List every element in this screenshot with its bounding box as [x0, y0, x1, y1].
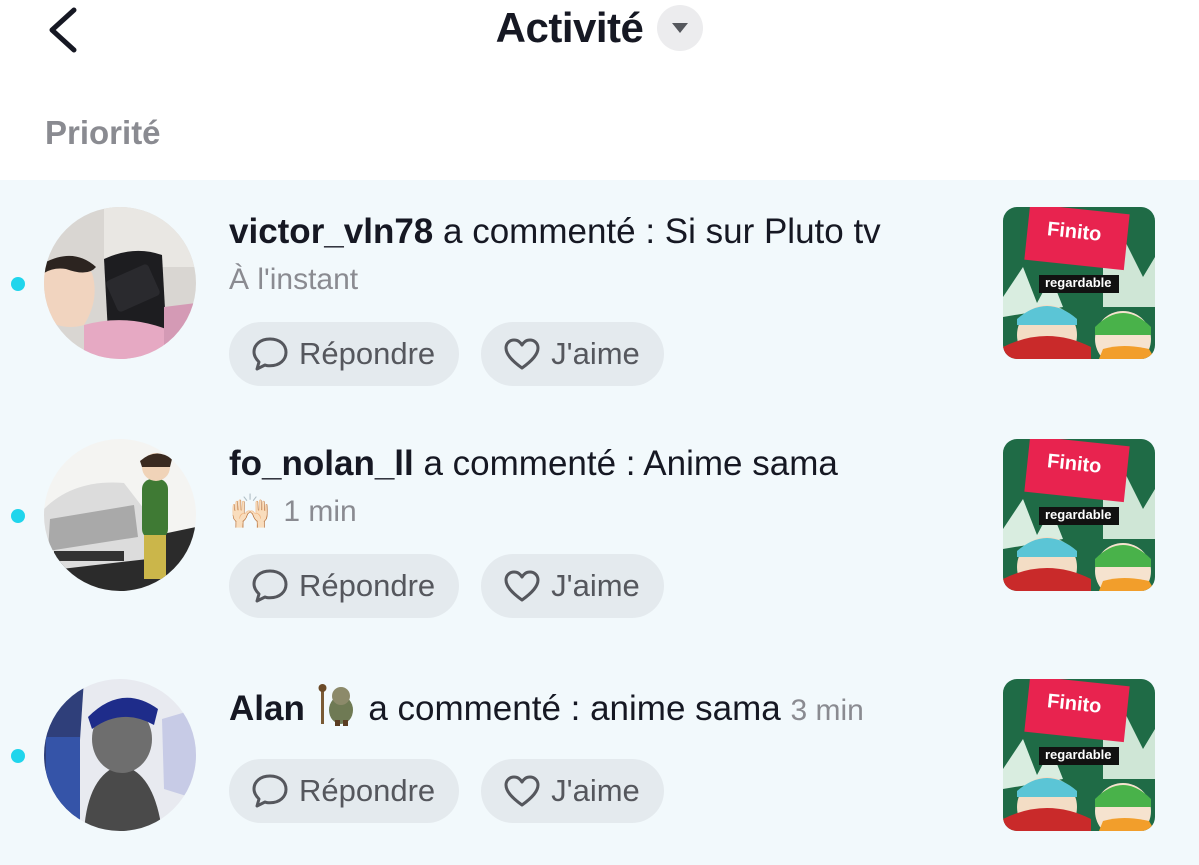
thumbnail-caption-2: regardable [1045, 747, 1112, 762]
heart-icon [504, 775, 540, 807]
notification-item[interactable]: victor_vln78 a commenté : Si sur Pluto t… [0, 180, 1199, 412]
avatar[interactable] [44, 207, 196, 359]
username[interactable]: Alan [229, 689, 305, 728]
section-label-priority: Priorité [45, 114, 161, 151]
heart-icon [504, 338, 540, 370]
notification-meta: À l'instant [229, 260, 989, 300]
video-thumbnail[interactable]: Finito regardable [1003, 679, 1155, 831]
comment-text: a commenté : Anime sama [423, 444, 838, 483]
like-button[interactable]: J'aime [481, 759, 664, 823]
like-label: J'aime [551, 568, 640, 603]
like-label: J'aime [551, 336, 640, 371]
reply-button[interactable]: Répondre [229, 322, 460, 386]
timestamp: 1 min [283, 495, 357, 528]
video-thumbnail[interactable]: Finito regardable [1003, 439, 1155, 591]
reply-label: Répondre [299, 336, 436, 371]
avatar[interactable] [44, 679, 196, 831]
reply-label: Répondre [299, 568, 436, 603]
title-wrap: Activité [0, 0, 1199, 56]
like-button[interactable]: J'aime [481, 322, 664, 386]
actions: Répondre J'aime [229, 322, 989, 386]
unread-dot [11, 277, 25, 291]
comment-text: a commenté : Si sur Pluto tv [443, 212, 881, 251]
notification-list: victor_vln78 a commenté : Si sur Pluto t… [0, 180, 1199, 865]
reply-button[interactable]: Répondre [229, 759, 460, 823]
heart-icon [504, 570, 540, 602]
actions: Répondre J'aime [229, 759, 989, 823]
username[interactable]: fo_nolan_ll [229, 444, 414, 483]
notification-meta: 🙌🏻 1 min [229, 492, 989, 532]
activity-filter-dropdown[interactable] [657, 5, 704, 51]
notification-item[interactable]: Alan a commenté : anime sama 3 min Répon… [0, 652, 1199, 865]
notification-content: victor_vln78 a commenté : Si sur Pluto t… [229, 210, 989, 386]
notification-item[interactable]: fo_nolan_ll a commenté : Anime sama 🙌🏻 1… [0, 412, 1199, 652]
troll-sticker-icon [318, 684, 353, 726]
thumbnail-caption-2: regardable [1045, 507, 1112, 522]
unread-dot [11, 509, 25, 523]
notification-text: Alan a commenté : anime sama 3 min [229, 682, 989, 733]
username[interactable]: victor_vln78 [229, 212, 433, 251]
reply-button[interactable]: Répondre [229, 554, 460, 618]
thumbnail-caption-2: regardable [1045, 275, 1112, 290]
comment-bubble-icon [252, 569, 288, 603]
like-label: J'aime [551, 773, 640, 808]
raised-hands-emoji: 🙌🏻 [229, 493, 272, 531]
notification-content: Alan a commenté : anime sama 3 min Répon… [229, 682, 989, 823]
caret-down-icon [672, 23, 689, 33]
top-bar: Activité [0, 0, 1199, 100]
comment-text: a commenté : anime sama [368, 689, 781, 728]
unread-dot [11, 749, 25, 763]
notification-text: victor_vln78 a commenté : Si sur Pluto t… [229, 210, 989, 254]
actions: Répondre J'aime [229, 554, 989, 618]
page-title[interactable]: Activité [496, 4, 644, 52]
comment-bubble-icon [252, 774, 288, 808]
timestamp: 3 min [790, 694, 864, 727]
like-button[interactable]: J'aime [481, 554, 664, 618]
avatar[interactable] [44, 439, 196, 591]
timestamp: À l'instant [229, 263, 359, 296]
video-thumbnail[interactable]: Finito regardable [1003, 207, 1155, 359]
notification-text: fo_nolan_ll a commenté : Anime sama [229, 442, 989, 486]
comment-bubble-icon [252, 337, 288, 371]
notification-content: fo_nolan_ll a commenté : Anime sama 🙌🏻 1… [229, 442, 989, 618]
reply-label: Répondre [299, 773, 436, 808]
